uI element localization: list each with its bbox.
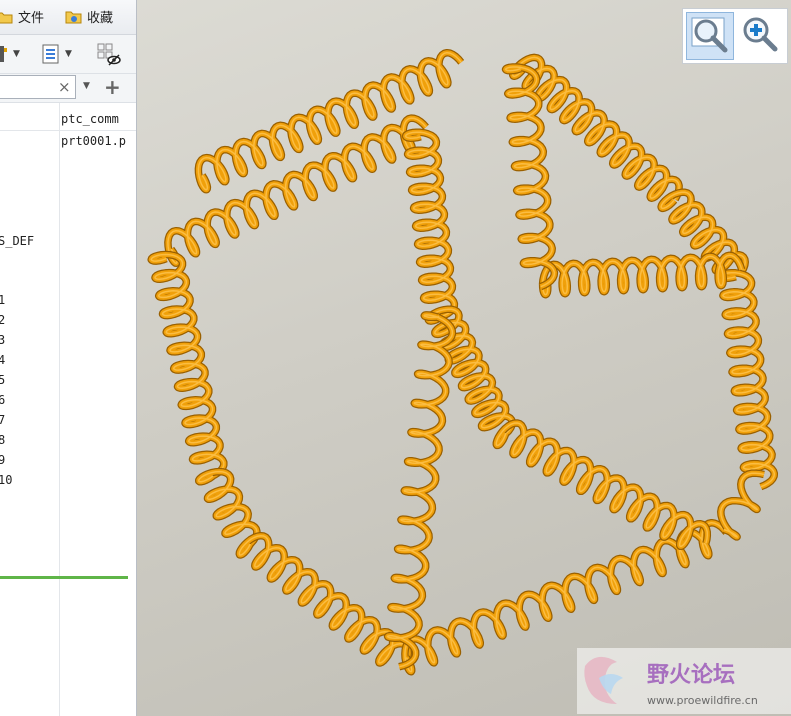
tree-cell[interactable]: prt0001.p xyxy=(61,134,126,148)
menu-bar: 文件 收藏 xyxy=(0,0,136,35)
column-divider[interactable] xyxy=(59,103,60,716)
tree-cell[interactable]: 9 xyxy=(0,453,5,467)
chevron-down-icon: ▼ xyxy=(13,49,20,59)
hide-columns-icon xyxy=(97,43,121,66)
hide-columns-button[interactable] xyxy=(96,42,122,66)
add-icon[interactable]: + xyxy=(104,75,121,99)
list-dropdown[interactable]: ▼ xyxy=(40,42,72,66)
model-tree: ptc_comm prt0001.p S_DEF 1 2 3 4 5 6 7 8… xyxy=(0,103,136,716)
clear-icon[interactable]: × xyxy=(58,78,71,96)
column-header[interactable]: ptc_comm xyxy=(61,112,119,126)
zoom-in-button[interactable] xyxy=(737,12,785,60)
graphics-viewport[interactable]: 野火论坛 www.proewildfire.cn xyxy=(137,0,791,716)
settings-icon xyxy=(0,46,7,62)
zoom-window-icon xyxy=(691,17,728,53)
list-icon xyxy=(42,44,59,64)
zoom-toolbar xyxy=(682,8,788,64)
tree-cell[interactable]: 8 xyxy=(0,433,5,447)
tree-cell[interactable]: 7 xyxy=(0,413,5,427)
menu-item-label: 文件 xyxy=(18,11,45,26)
coil-spring-cube-model[interactable] xyxy=(137,0,791,716)
tree-toolbar: ▼ ▼ xyxy=(0,35,136,74)
chevron-down-icon[interactable]: ▼ xyxy=(83,81,90,91)
favorites-icon xyxy=(65,11,82,23)
tree-cell[interactable]: 2 xyxy=(0,313,5,327)
tree-cell[interactable]: 4 xyxy=(0,353,5,367)
watermark: 野火论坛 www.proewildfire.cn xyxy=(577,648,791,714)
zoom-in-icon xyxy=(743,17,778,52)
tree-cell[interactable]: 5 xyxy=(0,373,5,387)
selection-line xyxy=(0,576,128,579)
tree-cell[interactable]: 10 xyxy=(0,473,12,487)
menu-item-file[interactable]: 文件 xyxy=(0,7,44,26)
settings-dropdown[interactable]: ▼ xyxy=(0,42,20,66)
folder-icon xyxy=(0,12,13,23)
menu-item-favorites[interactable]: 收藏 xyxy=(65,7,113,26)
watermark-title: 野火论坛 xyxy=(647,662,735,688)
tree-cell[interactable]: 3 xyxy=(0,333,5,347)
filter-row: × ▼ + xyxy=(0,74,136,103)
tree-cell[interactable]: 6 xyxy=(0,393,5,407)
divider xyxy=(0,130,136,131)
tree-cell[interactable]: S_DEF xyxy=(0,234,34,248)
zoom-window-button[interactable] xyxy=(686,12,734,60)
menu-item-label: 收藏 xyxy=(87,11,114,26)
model-tree-panel: 文件 收藏 ▼ ▼ × ▼ + ptc_comm prt0001.p S_DEF… xyxy=(0,0,137,716)
watermark-url: www.proewildfire.cn xyxy=(647,694,758,707)
tree-cell[interactable]: 1 xyxy=(0,293,5,307)
chevron-down-icon: ▼ xyxy=(65,49,72,59)
